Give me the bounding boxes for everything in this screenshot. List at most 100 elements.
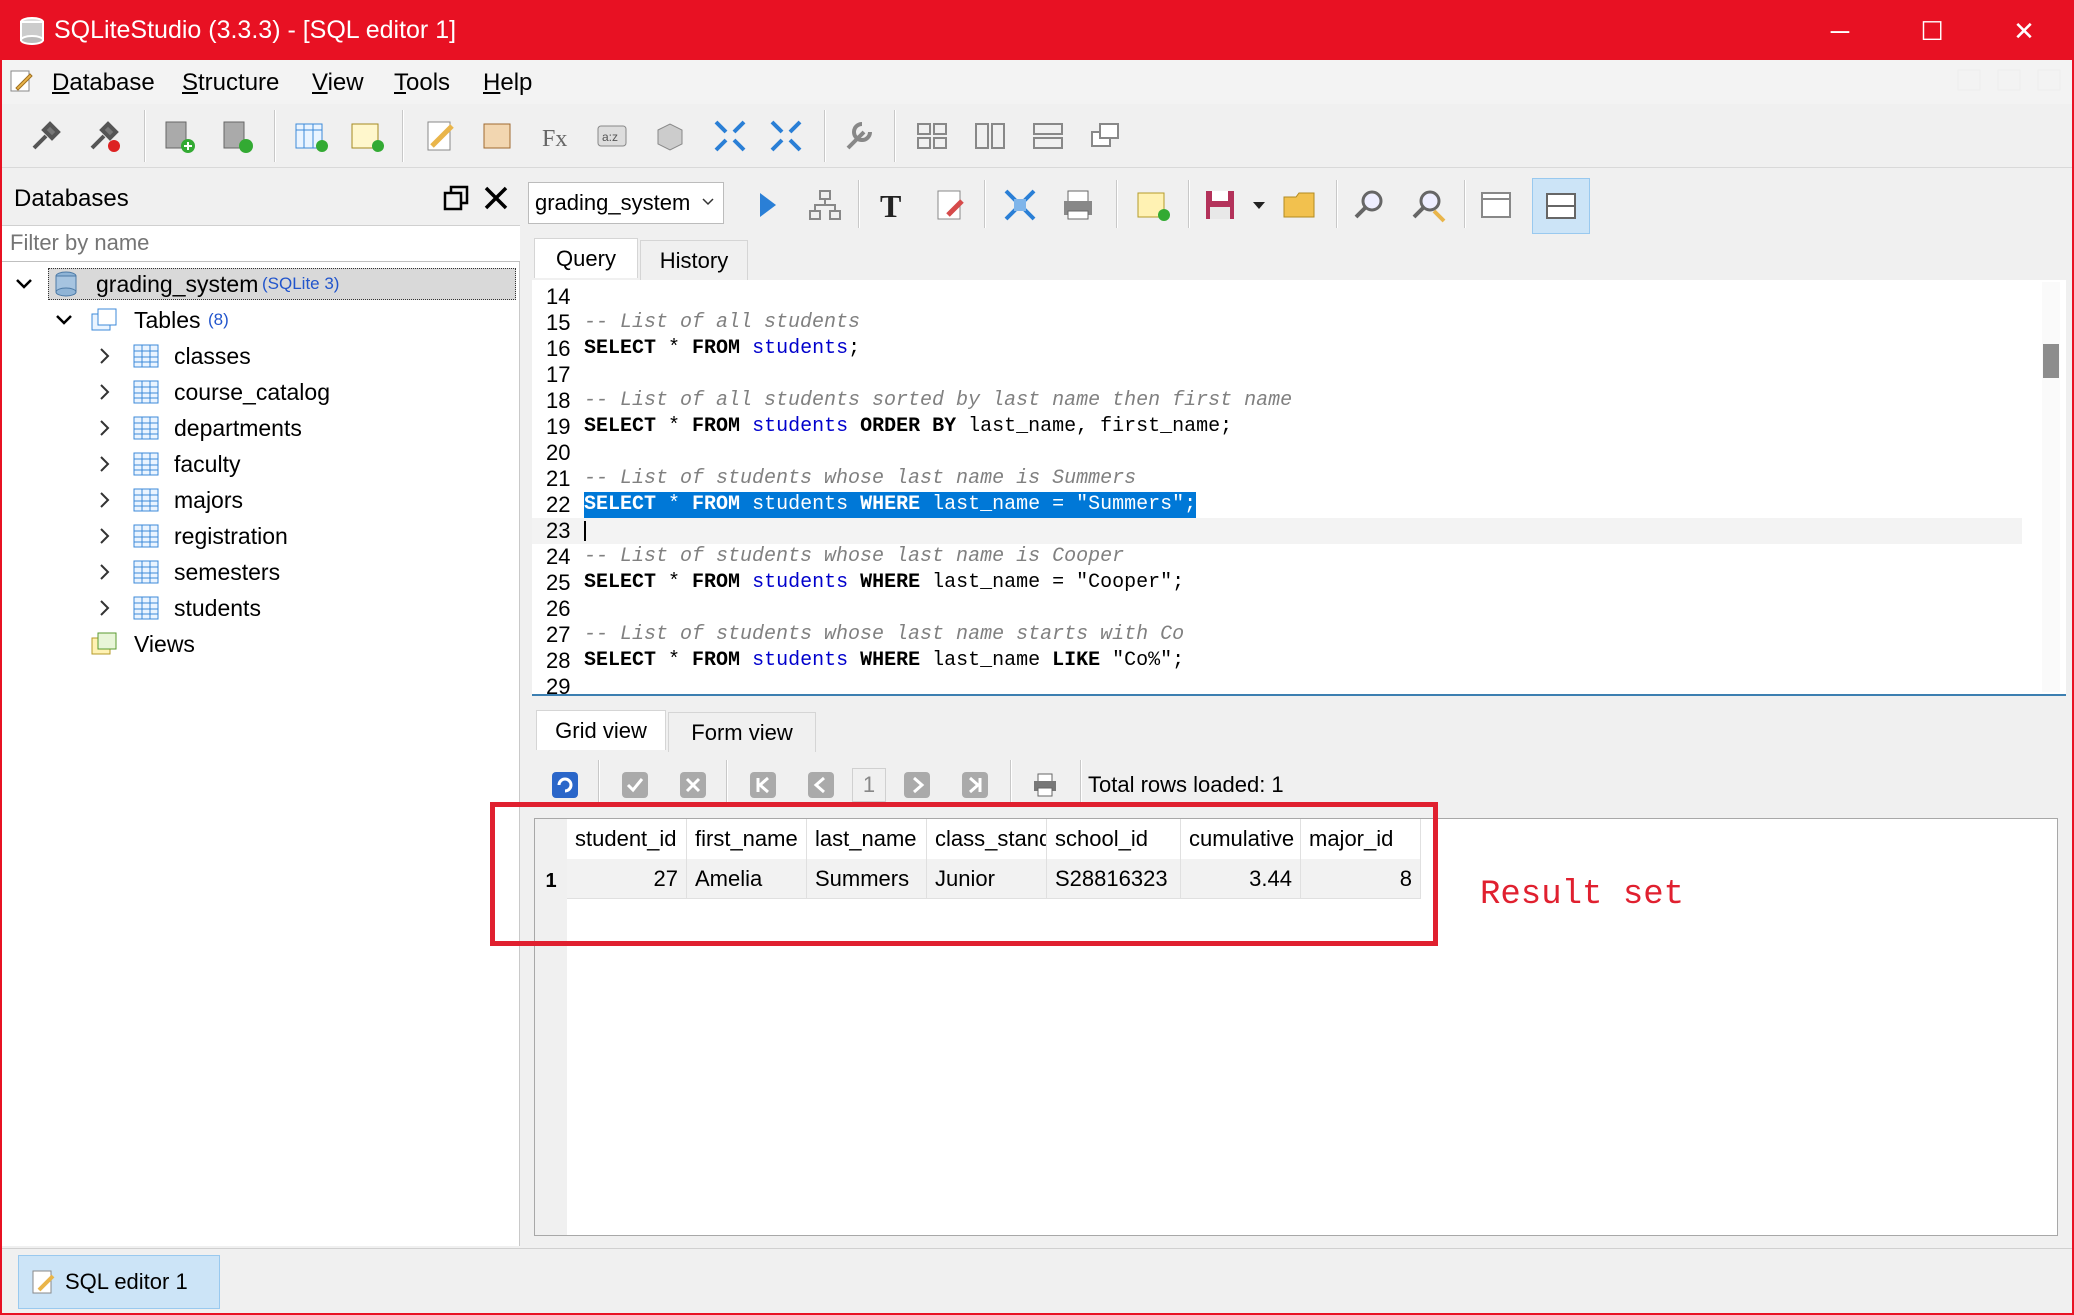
editor-line[interactable]: 17 — [532, 362, 2022, 388]
menu-database[interactable]: Database — [52, 69, 155, 97]
find-replace-icon[interactable] — [1408, 185, 1448, 225]
add-database-icon[interactable] — [158, 116, 198, 156]
editor-line[interactable]: 18 -- List of all students sorted by last… — [532, 388, 2022, 414]
execute-query-icon[interactable] — [746, 185, 786, 225]
editor-line[interactable]: 20 — [532, 440, 2022, 466]
chevron-right-icon[interactable] — [94, 454, 114, 474]
save-icon[interactable] — [1200, 185, 1240, 225]
mdi-window-controls-icon[interactable] — [1954, 64, 2064, 96]
editor-line[interactable]: 24 -- List of students whose last name is… — [532, 544, 2022, 570]
close-button[interactable]: ✕ — [1978, 2, 2070, 60]
tab-grid-view[interactable]: Grid view — [536, 710, 666, 750]
commit-icon[interactable] — [620, 770, 650, 800]
tree-db-grading-system[interactable]: grading_system (SQLite 3) — [2, 266, 518, 302]
clear-editor-icon[interactable] — [930, 185, 970, 225]
tree-table-registration[interactable]: registration — [2, 518, 518, 554]
previous-page-icon[interactable] — [806, 770, 836, 800]
menu-tools[interactable]: Tools — [394, 69, 450, 97]
filter-input[interactable] — [2, 226, 502, 260]
configuration-wrench-icon[interactable] — [838, 116, 878, 156]
last-page-icon[interactable] — [960, 770, 990, 800]
open-file-icon[interactable] — [1280, 185, 1320, 225]
maximize-button[interactable]: ☐ — [1886, 2, 1978, 60]
print-results-icon[interactable] — [1030, 770, 1060, 800]
layout-split-button[interactable] — [1532, 178, 1590, 234]
editor-line[interactable]: 23 — [532, 518, 2022, 544]
editor-line[interactable]: 27 -- List of students whose last name st… — [532, 622, 2022, 648]
tile-horizontal-icon[interactable] — [970, 116, 1010, 156]
execute-all-icon[interactable] — [1000, 185, 1040, 225]
next-page-icon[interactable] — [902, 770, 932, 800]
collapse-icon[interactable] — [710, 116, 750, 156]
editor-results-splitter[interactable] — [532, 694, 2066, 696]
menu-view[interactable]: View — [312, 69, 364, 97]
editor-line[interactable]: 16 SELECT * FROM students; — [532, 336, 2022, 362]
create-table-icon[interactable] — [290, 116, 330, 156]
tree-table-departments[interactable]: departments — [2, 410, 518, 446]
close-panel-icon[interactable] — [482, 184, 510, 212]
editor-line[interactable]: 15 -- List of all students — [532, 310, 2022, 336]
connect-db-icon[interactable] — [26, 116, 66, 156]
menu-structure[interactable]: Structure — [182, 69, 279, 97]
save-dropdown-icon[interactable] — [1252, 198, 1266, 212]
chevron-down-icon[interactable] — [54, 310, 74, 330]
chevron-right-icon[interactable] — [94, 598, 114, 618]
editor-line[interactable]: 25 SELECT * FROM students WHERE last_name… — [532, 570, 2022, 596]
sql-editor[interactable]: 14 15 -- List of all students 16 SELECT * FR… — [532, 280, 2066, 699]
tree-table-faculty[interactable]: faculty — [2, 446, 518, 482]
chevron-right-icon[interactable] — [94, 526, 114, 546]
tab-query[interactable]: Query — [534, 238, 638, 278]
page-number[interactable]: 1 — [852, 768, 886, 802]
edit-database-icon[interactable] — [216, 116, 256, 156]
layout-tabs-icon[interactable] — [1476, 185, 1516, 225]
tree-table-majors[interactable]: majors — [2, 482, 518, 518]
chevron-right-icon[interactable] — [94, 418, 114, 438]
tree-table-semesters[interactable]: semesters — [2, 554, 518, 590]
editor-line[interactable]: 28 SELECT * FROM students WHERE last_name… — [532, 648, 2022, 674]
editor-line[interactable]: 21 -- List of students whose last name is… — [532, 466, 2022, 492]
tab-history[interactable]: History — [640, 240, 748, 280]
editor-line[interactable]: 19 SELECT * FROM students ORDER BY last_n… — [532, 414, 2022, 440]
functions-editor-icon[interactable]: Fx — [536, 116, 576, 156]
first-page-icon[interactable] — [748, 770, 778, 800]
chevron-right-icon[interactable] — [94, 382, 114, 402]
extensions-icon[interactable] — [650, 116, 690, 156]
find-icon[interactable] — [1350, 185, 1390, 225]
tree-table-students[interactable]: students — [2, 590, 518, 626]
disconnect-db-icon[interactable] — [84, 116, 124, 156]
tab-form-view[interactable]: Form view — [668, 712, 816, 752]
explain-query-icon[interactable] — [804, 185, 844, 225]
chevron-right-icon[interactable] — [94, 346, 114, 366]
ddl-history-icon[interactable] — [478, 116, 518, 156]
expand-icon[interactable] — [766, 116, 806, 156]
editor-line[interactable]: 29 — [532, 674, 2022, 700]
cascade-windows-icon[interactable] — [1086, 116, 1126, 156]
print-icon[interactable] — [1058, 185, 1098, 225]
minimize-button[interactable]: ─ — [1794, 2, 1886, 60]
create-view-icon[interactable] — [1132, 185, 1172, 225]
tree-tables-folder[interactable]: Tables (8) — [2, 302, 518, 338]
tree-table-classes[interactable]: classes — [2, 338, 518, 374]
chevron-right-icon[interactable] — [94, 490, 114, 510]
editor-line[interactable]: 22 SELECT * FROM students WHERE last_name… — [532, 492, 2022, 518]
database-selector[interactable]: grading_system — [528, 182, 724, 224]
tile-windows-icon[interactable] — [912, 116, 952, 156]
chevron-right-icon[interactable] — [94, 562, 114, 582]
editor-scrollbar[interactable] — [2042, 282, 2060, 692]
menu-help[interactable]: Help — [483, 69, 532, 97]
tree-table-course-catalog[interactable]: course_catalog — [2, 374, 518, 410]
create-index-icon[interactable] — [346, 116, 386, 156]
rollback-icon[interactable] — [678, 770, 708, 800]
format-sql-icon[interactable]: T — [872, 185, 912, 225]
open-sql-editor-icon[interactable] — [420, 116, 460, 156]
tree-views-folder[interactable]: Views — [2, 626, 518, 662]
task-sql-editor-1[interactable]: SQL editor 1 — [18, 1255, 220, 1309]
float-panel-icon[interactable] — [442, 184, 470, 212]
tile-vertical-icon[interactable] — [1028, 116, 1068, 156]
collations-editor-icon[interactable]: a:z — [592, 116, 632, 156]
editor-scrollbar-thumb[interactable] — [2043, 344, 2059, 378]
editor-line[interactable]: 26 — [532, 596, 2022, 622]
refresh-icon[interactable] — [550, 770, 580, 800]
editor-line[interactable]: 14 — [532, 284, 2022, 310]
chevron-down-icon[interactable] — [14, 274, 34, 294]
